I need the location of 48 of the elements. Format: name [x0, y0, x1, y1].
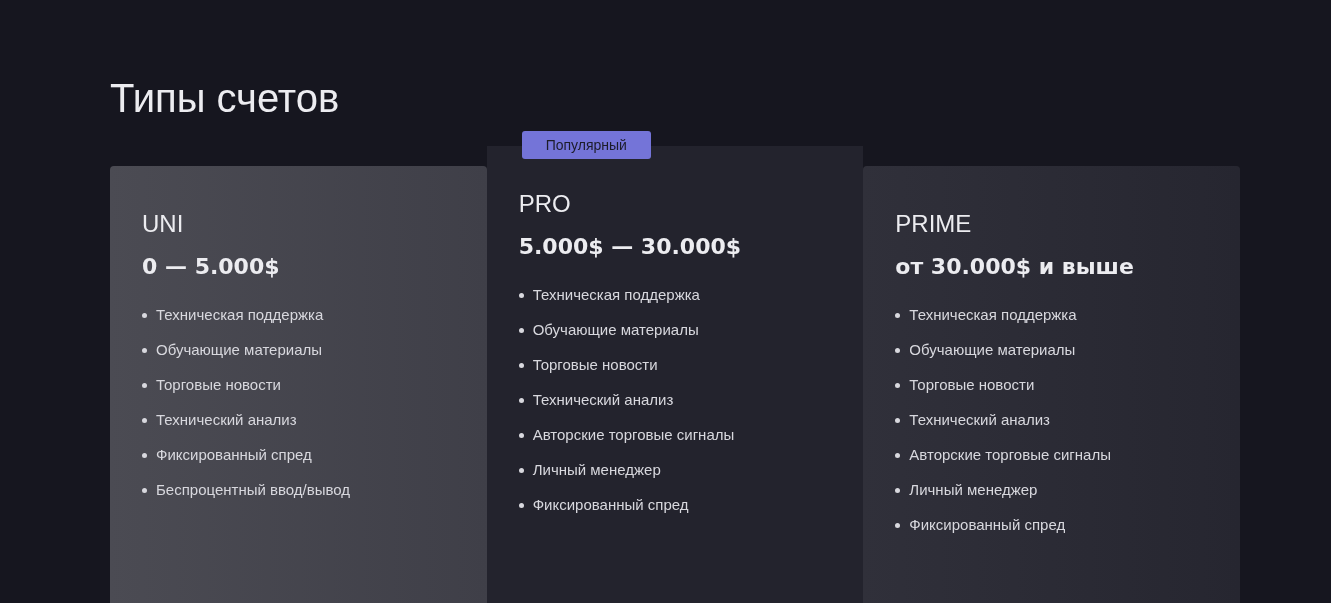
plan-name: PRO [518, 190, 571, 218]
plan-name: PRIME [895, 210, 972, 238]
bullet-icon [142, 382, 147, 388]
feature-text: Фиксированный спред [532, 495, 689, 515]
bullet-icon [142, 347, 147, 353]
bullet-icon [518, 397, 524, 403]
bullet-icon [895, 382, 901, 388]
section-title: Типы счетов [110, 75, 340, 110]
bullet-icon [518, 467, 524, 473]
feature-text: Обучающие материалы [532, 320, 699, 340]
bullet-icon [895, 452, 901, 458]
plan-price: от 30.000$ и выше [895, 254, 1134, 279]
bullet-icon [518, 432, 524, 438]
popular-badge: Популярный [521, 131, 651, 159]
feature-text: Обучающие материалы [156, 340, 323, 360]
bullet-icon [895, 522, 901, 528]
feature-text: Авторские торговые сигналы [532, 425, 735, 445]
bullet-icon [518, 502, 524, 508]
feature-text: Техническая поддержка [909, 305, 1077, 325]
bullet-icon [895, 487, 901, 493]
feature-text: Технический анализ [532, 390, 674, 410]
feature-text: Технический анализ [909, 410, 1050, 430]
bullet-icon [142, 487, 147, 493]
bullet-icon [518, 292, 524, 298]
bullet-icon [895, 417, 901, 423]
bullet-icon [518, 327, 524, 333]
feature-text: Обучающие материалы [909, 340, 1076, 360]
feature-text: Личный менеджер [532, 460, 661, 480]
plan-price: 5.000$ — 30.000$ [518, 234, 742, 259]
bullet-icon [895, 347, 901, 353]
bullet-icon [142, 417, 147, 423]
feature-text: Фиксированный спред [909, 515, 1066, 535]
feature-text: Торговые новости [156, 375, 281, 395]
feature-text: Авторские торговые сигналы [909, 445, 1111, 465]
feature-text: Техническая поддержка [532, 285, 700, 305]
feature-text: Технический анализ [156, 410, 297, 430]
bullet-icon [895, 312, 901, 318]
bullet-icon [142, 312, 147, 318]
feature-text: Торговые новости [532, 355, 658, 375]
feature-text: Техническая поддержка [156, 305, 324, 325]
bullet-icon [518, 362, 524, 368]
feature-text: Торговые новости [909, 375, 1035, 395]
feature-text: Личный менеджер [909, 480, 1038, 500]
feature-text: Фиксированный спред [156, 445, 312, 465]
feature-text: Беспроцентный ввод/вывод [156, 480, 351, 500]
bullet-icon [142, 452, 147, 458]
plan-name: UNI [142, 210, 184, 238]
plan-price: 0 — 5.000$ [142, 254, 280, 279]
